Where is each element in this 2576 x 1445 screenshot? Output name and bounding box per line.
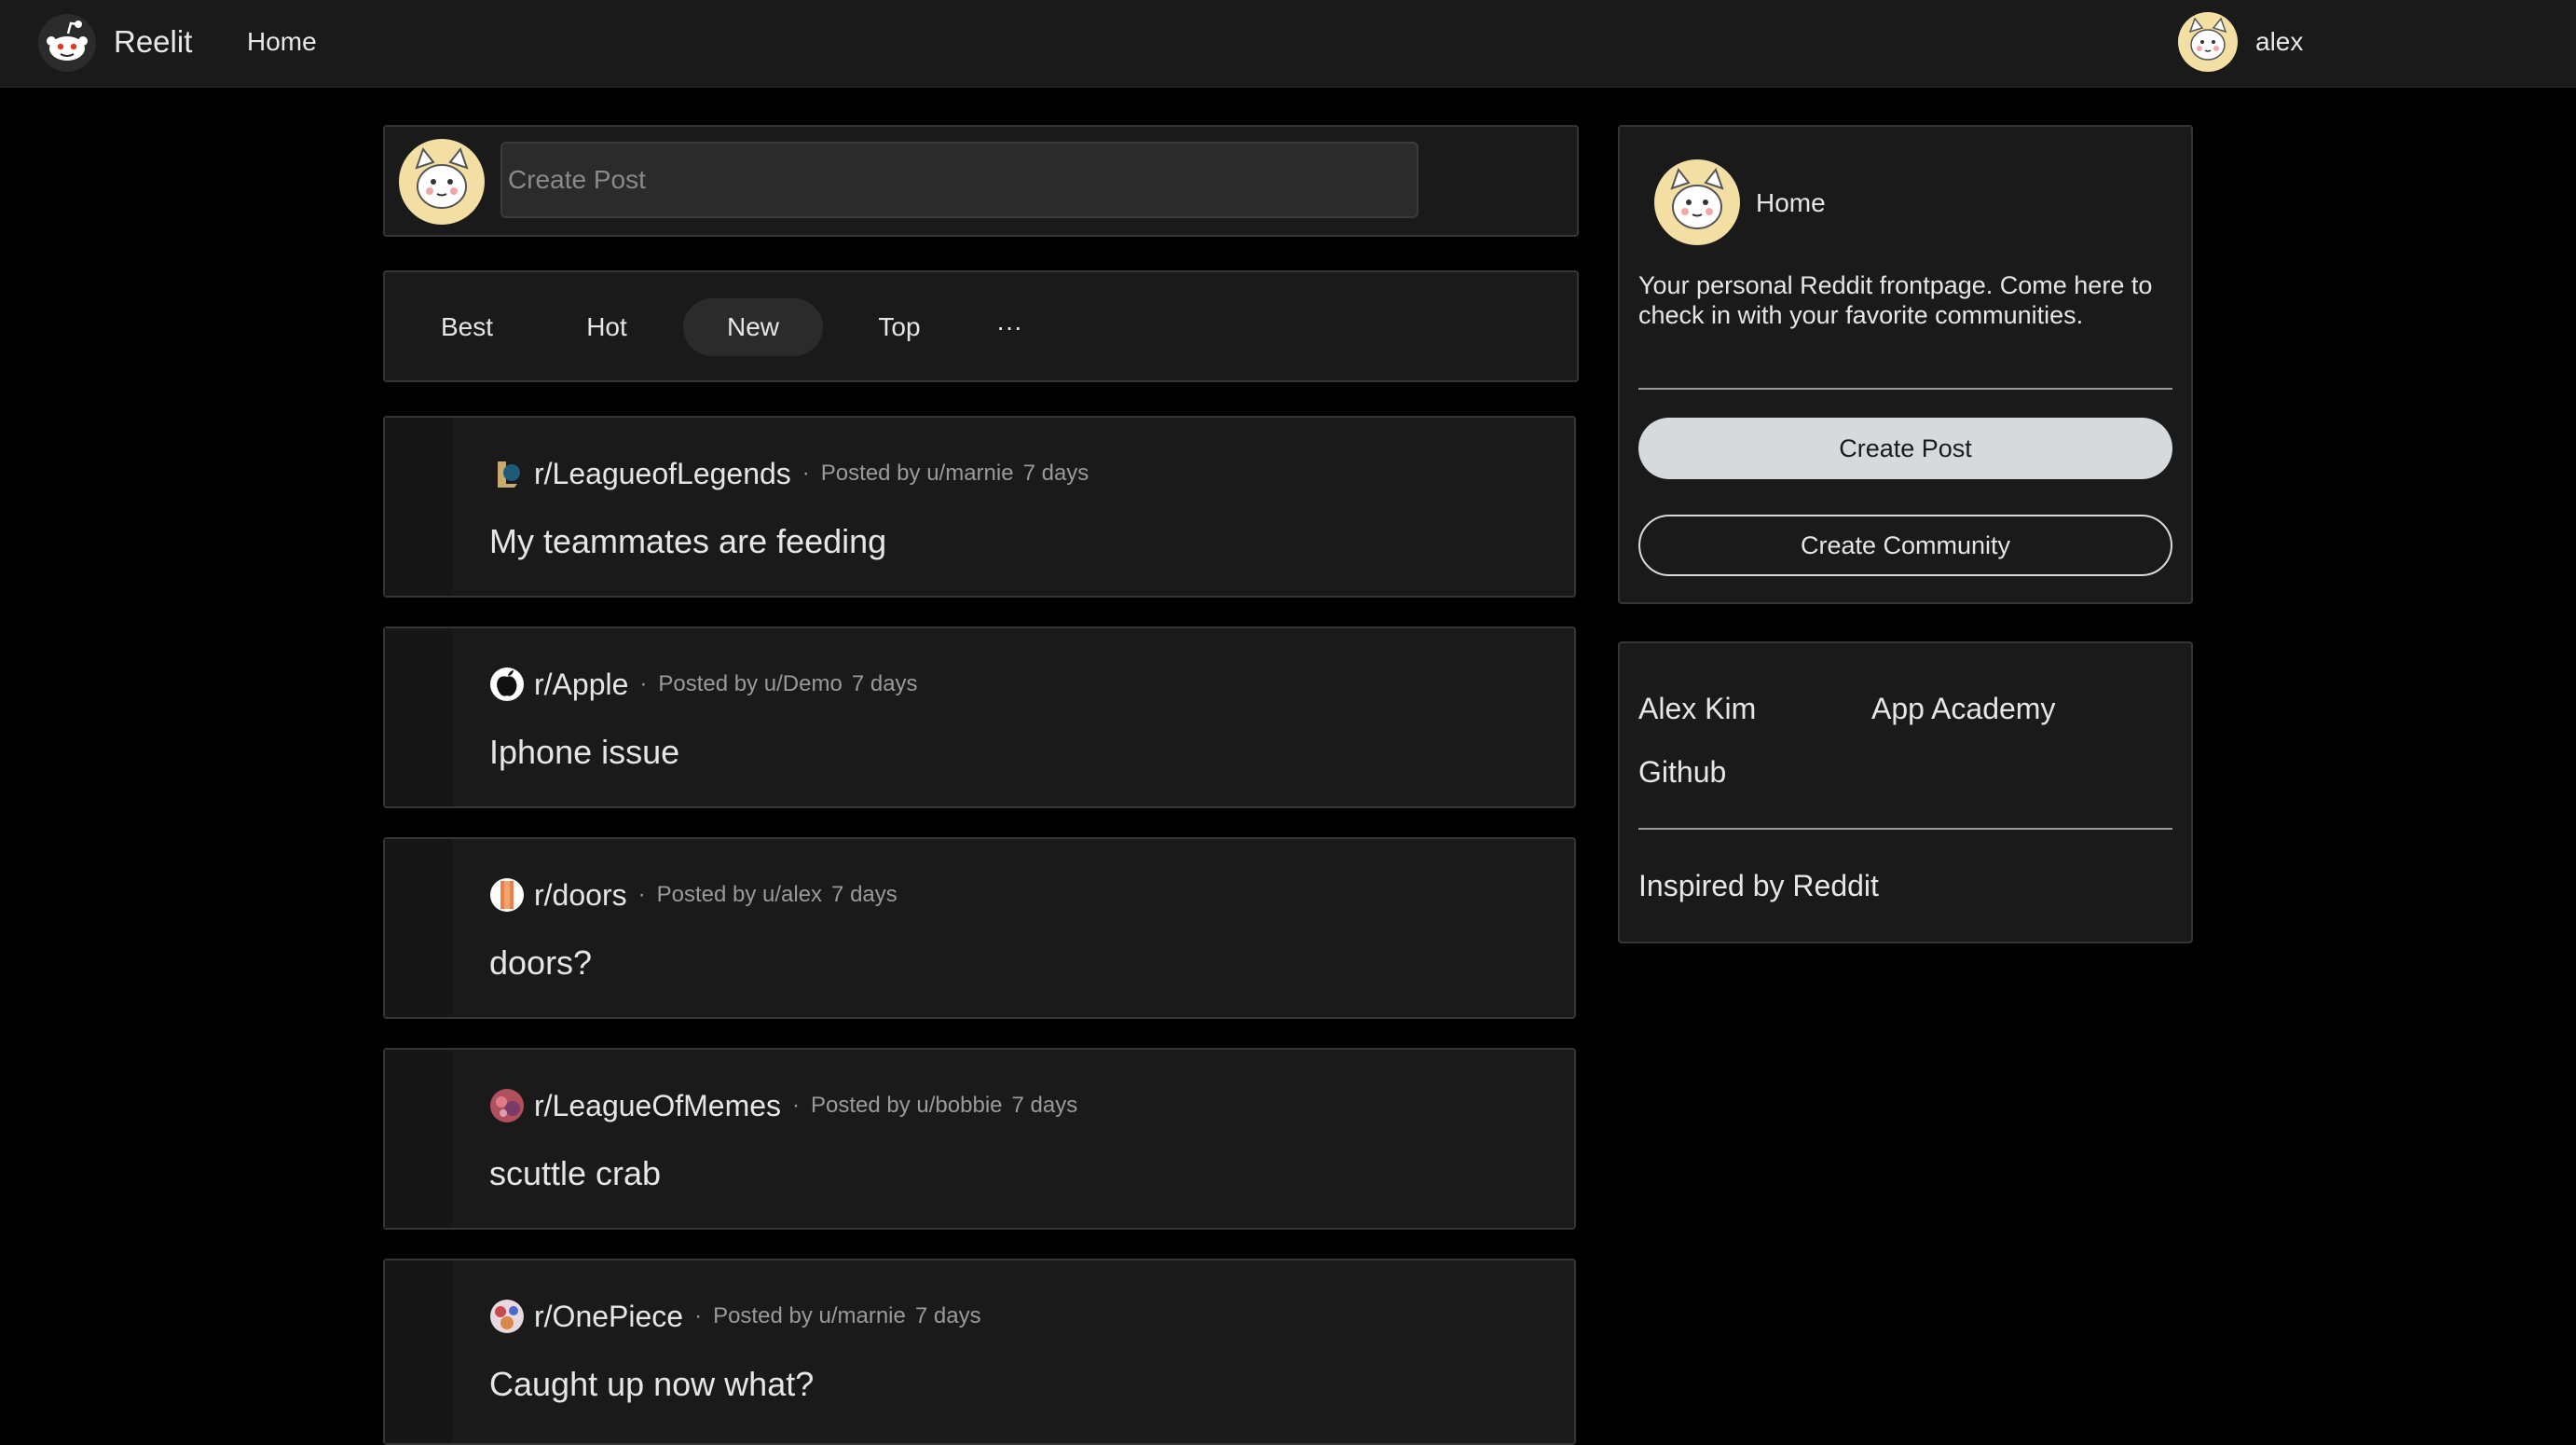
tab-best[interactable]: Best: [411, 298, 523, 356]
tab-new[interactable]: New: [683, 298, 823, 356]
post-card[interactable]: r/Apple · Posted by u/Demo 7 days Iphone…: [383, 626, 1576, 808]
divider: [1638, 828, 2172, 830]
tab-top[interactable]: Top: [843, 298, 955, 356]
user-avatar[interactable]: [2177, 11, 2239, 73]
top-navbar: Reelit Home alex: [0, 0, 2576, 88]
post-title[interactable]: My teammates are feeding: [489, 522, 886, 561]
inspired-by-text: Inspired by Reddit: [1638, 869, 1879, 902]
nav-home-link[interactable]: Home: [247, 27, 317, 57]
user-avatar: [399, 139, 485, 225]
create-community-button[interactable]: Create Community: [1638, 515, 2172, 576]
brand-name[interactable]: Reelit: [114, 24, 192, 60]
post-meta: r/OnePiece · Posted by u/marnie 7 days: [489, 1298, 981, 1335]
separator-dot: ·: [802, 461, 810, 486]
posted-by[interactable]: Posted by u/marnie: [713, 1303, 906, 1329]
community-name[interactable]: r/LeagueOfMemes: [534, 1089, 781, 1123]
post-age: 7 days: [831, 882, 897, 907]
community-name[interactable]: r/OnePiece: [534, 1300, 683, 1334]
username-label[interactable]: alex: [2255, 27, 2303, 57]
sort-tabs-panel: Best Hot New Top ···: [383, 270, 1579, 382]
posted-by[interactable]: Posted by u/Demo: [658, 671, 842, 697]
create-post-input[interactable]: [500, 142, 1418, 218]
post-card[interactable]: r/doors · Posted by u/alex 7 days doors?: [383, 837, 1576, 1019]
home-avatar: [1654, 159, 1740, 245]
create-post-panel: [383, 125, 1579, 237]
post-meta: r/LeagueofLegends · Posted by u/marnie 7…: [489, 455, 1089, 492]
apple-icon: [490, 667, 524, 701]
post-meta: r/LeagueOfMemes · Posted by u/bobbie 7 d…: [489, 1087, 1077, 1124]
community-name[interactable]: r/LeagueofLegends: [534, 457, 791, 491]
post-card[interactable]: r/LeagueofLegends · Posted by u/marnie 7…: [383, 416, 1576, 598]
post-card[interactable]: r/LeagueOfMemes · Posted by u/bobbie 7 d…: [383, 1048, 1576, 1230]
post-age: 7 days: [851, 671, 918, 696]
post-age: 7 days: [914, 1303, 981, 1328]
league-of-legends-icon: [490, 457, 524, 490]
link-alex-kim[interactable]: Alex Kim: [1638, 692, 1756, 726]
separator-dot: ·: [639, 671, 648, 696]
post-title[interactable]: Caught up now what?: [489, 1365, 814, 1404]
one-piece-icon: [490, 1300, 524, 1333]
post-age: 7 days: [1011, 1093, 1078, 1118]
post-title[interactable]: doors?: [489, 943, 592, 983]
tab-hot[interactable]: Hot: [551, 298, 663, 356]
links-sidebar-card: Alex Kim App Academy Github Inspired by …: [1618, 641, 2193, 943]
doors-icon: [490, 878, 524, 912]
league-of-memes-icon: [490, 1089, 524, 1122]
vote-rail: [385, 628, 452, 806]
post-title[interactable]: Iphone issue: [489, 733, 679, 772]
reelit-logo-icon[interactable]: [37, 13, 97, 73]
vote-rail: [385, 1260, 452, 1443]
sidebar-title: Home: [1756, 188, 1826, 217]
separator-dot: ·: [637, 882, 646, 907]
vote-rail: [385, 418, 452, 596]
post-card[interactable]: r/OnePiece · Posted by u/marnie 7 days C…: [383, 1259, 1576, 1445]
post-age: 7 days: [1022, 461, 1089, 486]
posted-by[interactable]: Posted by u/bobbie: [811, 1093, 1003, 1119]
link-app-academy[interactable]: App Academy: [1871, 692, 2055, 726]
posted-by[interactable]: Posted by u/marnie: [821, 461, 1014, 487]
divider: [1638, 388, 2172, 390]
separator-dot: ·: [694, 1303, 703, 1328]
post-title[interactable]: scuttle crab: [489, 1154, 661, 1193]
posted-by[interactable]: Posted by u/alex: [657, 882, 822, 908]
link-github[interactable]: Github: [1638, 755, 1726, 790]
vote-rail: [385, 1050, 452, 1228]
post-meta: r/doors · Posted by u/alex 7 days: [489, 876, 897, 914]
post-meta: r/Apple · Posted by u/Demo 7 days: [489, 666, 918, 703]
sidebar-description: Your personal Reddit frontpage. Come her…: [1638, 271, 2153, 329]
more-options-icon[interactable]: ···: [972, 298, 1047, 356]
vote-rail: [385, 839, 452, 1017]
community-name[interactable]: r/doors: [534, 878, 627, 913]
create-post-button[interactable]: Create Post: [1638, 418, 2172, 479]
separator-dot: ·: [792, 1093, 801, 1118]
community-name[interactable]: r/Apple: [534, 667, 628, 702]
home-sidebar-card: Home Your personal Reddit frontpage. Com…: [1618, 125, 2193, 604]
